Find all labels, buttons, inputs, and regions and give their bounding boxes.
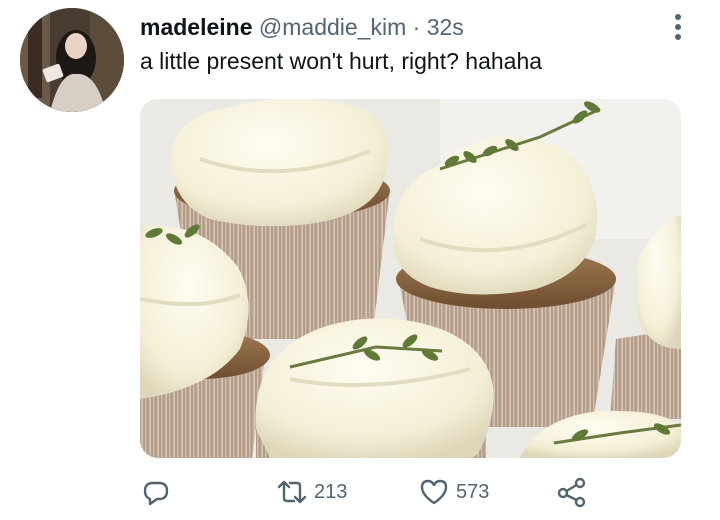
retweet-button[interactable]: 213 [276,476,347,508]
user-handle[interactable]: @maddie_kim [259,14,406,40]
like-button[interactable]: 573 [418,476,489,508]
share-button[interactable] [556,476,588,508]
tweet-actions: 213 573 [140,476,610,508]
tweet-media[interactable] [140,99,681,458]
more-vertical-icon [675,14,681,40]
cupcakes-photo [140,99,681,458]
avatar[interactable] [20,8,124,112]
more-menu-button[interactable] [666,12,690,44]
reply-button[interactable] [140,476,172,508]
tweet-header: madeleine @maddie_kim · 32s [140,13,464,41]
reply-icon [143,481,169,506]
retweet-icon [277,480,307,504]
avatar-image [20,8,124,112]
display-name[interactable]: madeleine [140,14,253,40]
like-count: 573 [456,480,490,503]
heart-icon [420,479,448,505]
timestamp[interactable]: 32s [427,14,464,40]
share-icon [557,477,586,508]
separator-dot: · [412,14,421,40]
tweet-text: a little present won't hurt, right? haha… [140,48,543,74]
retweet-count: 213 [314,480,348,503]
